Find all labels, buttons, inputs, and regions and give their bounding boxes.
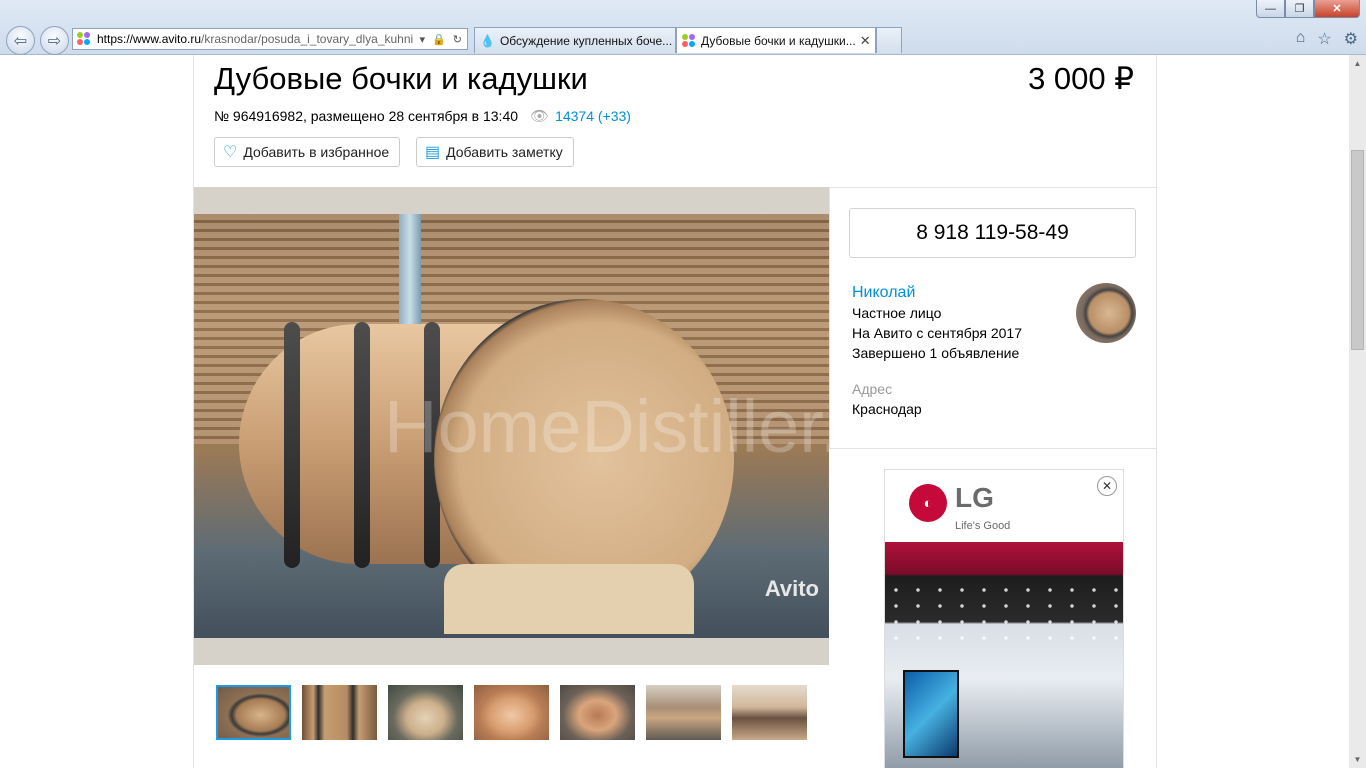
address-value: Краснодар [852,401,922,417]
ad-close-icon[interactable]: ✕ [1097,476,1117,496]
seller-name-link[interactable]: Николай [852,284,915,302]
seller-avatar[interactable] [1076,283,1136,343]
listing-number-date: № 964916982, размещено 28 сентября в 13:… [214,108,519,124]
ad-brand: LG [955,482,994,513]
listing-price: 3 000 ₽ [1028,61,1134,96]
window-controls: — ❐ ✕ [1256,0,1360,18]
address-bar[interactable]: https://www.avito.ru/krasnodar/posuda_i_… [72,28,468,50]
tab-discussion[interactable]: 💧 Обсуждение купленных боче... [474,27,676,53]
add-note-label: Добавить заметку [446,144,563,160]
main-photo[interactable]: HomeDistiller.ru Avito [194,187,829,665]
tab-label: Дубовые бочки и кадушки... [701,33,856,48]
thumbnail[interactable] [474,685,549,740]
add-note-button[interactable]: ▤ Добавить заметку [416,137,574,167]
scrollbar-thumb[interactable] [1351,150,1364,350]
listing-card: Дубовые бочки и кадушки 3 000 ₽ № 964916… [193,55,1157,768]
photo-watermark: HomeDistiller.ru [384,385,829,468]
tab-avito-listing[interactable]: Дубовые бочки и кадушки... ✕ [676,27,876,53]
tab-label: Обсуждение купленных боче... [499,33,673,48]
seller-completed: Завершено 1 объявление [852,345,1020,361]
avito-favicon [77,32,91,46]
thumbnail[interactable] [302,685,377,740]
listing-meta: № 964916982, размещено 28 сентября в 13:… [214,107,631,125]
add-to-favorites-label: Добавить в избранное [243,144,390,160]
settings-gear-icon[interactable]: ⚙ [1344,29,1358,49]
new-tab-button[interactable] [876,27,902,53]
lock-icon[interactable]: 🔒 [432,33,446,46]
listing-title: Дубовые бочки и кадушки [214,61,588,96]
divider [829,187,1157,188]
refresh-icon[interactable]: ↻ [453,33,462,46]
back-icon: ⇦ [13,32,28,50]
vertical-scrollbar[interactable]: ▲ ▼ [1349,55,1366,768]
tab-close-icon[interactable]: ✕ [856,33,871,49]
thumbnail-strip [216,685,807,740]
close-window-button[interactable]: ✕ [1314,0,1360,18]
thumbnail[interactable] [216,685,291,740]
views-count[interactable]: 14374 (+33) [555,108,631,124]
seller-since: На Авито с сентября 2017 [852,325,1022,341]
browser-chrome: — ❐ ✕ ⇦ ⇨ https://www.avito.ru/krasnodar… [0,0,1366,55]
thumbnail[interactable] [560,685,635,740]
home-icon[interactable]: ⌂ [1296,29,1306,49]
thumbnail[interactable] [388,685,463,740]
page-viewport: Дубовые бочки и кадушки 3 000 ₽ № 964916… [0,55,1349,768]
url-text[interactable]: https://www.avito.ru/krasnodar/posuda_i_… [97,32,415,46]
eye-icon: 👁 [530,108,550,125]
note-icon: ▤ [425,144,441,161]
heart-icon: ♡ [223,144,238,161]
thumbnail[interactable] [646,685,721,740]
favorites-star-icon[interactable]: ☆ [1317,29,1331,49]
address-label: Адрес [852,381,893,397]
scroll-up-icon[interactable]: ▲ [1349,55,1366,72]
droplet-icon: 💧 [480,33,495,48]
photo-image: HomeDistiller.ru Avito [194,214,829,638]
ad-tagline: Life's Good [955,520,1011,532]
forward-button[interactable]: ⇨ [40,26,69,55]
add-to-favorites-button[interactable]: ♡ Добавить в избранное [214,137,401,167]
ad-image [885,542,1123,768]
avito-favicon [682,33,696,48]
dropdown-arrow-icon[interactable]: ▾ [420,33,426,46]
forward-icon: ⇨ [47,32,62,50]
restore-button[interactable]: ❐ [1285,0,1314,18]
lg-logo-icon: ◐ [909,484,947,522]
back-button[interactable]: ⇦ [6,26,35,55]
thumbnail[interactable] [732,685,807,740]
scroll-down-icon[interactable]: ▼ [1349,751,1366,768]
avito-watermark: Avito [764,576,819,601]
minimize-button[interactable]: — [1256,0,1285,18]
show-phone-button[interactable]: 8 918 119-58-49 [849,208,1136,258]
seller-type: Частное лицо [852,305,942,321]
lg-advertisement[interactable]: ✕ ◐ LG Life's Good [884,469,1124,768]
